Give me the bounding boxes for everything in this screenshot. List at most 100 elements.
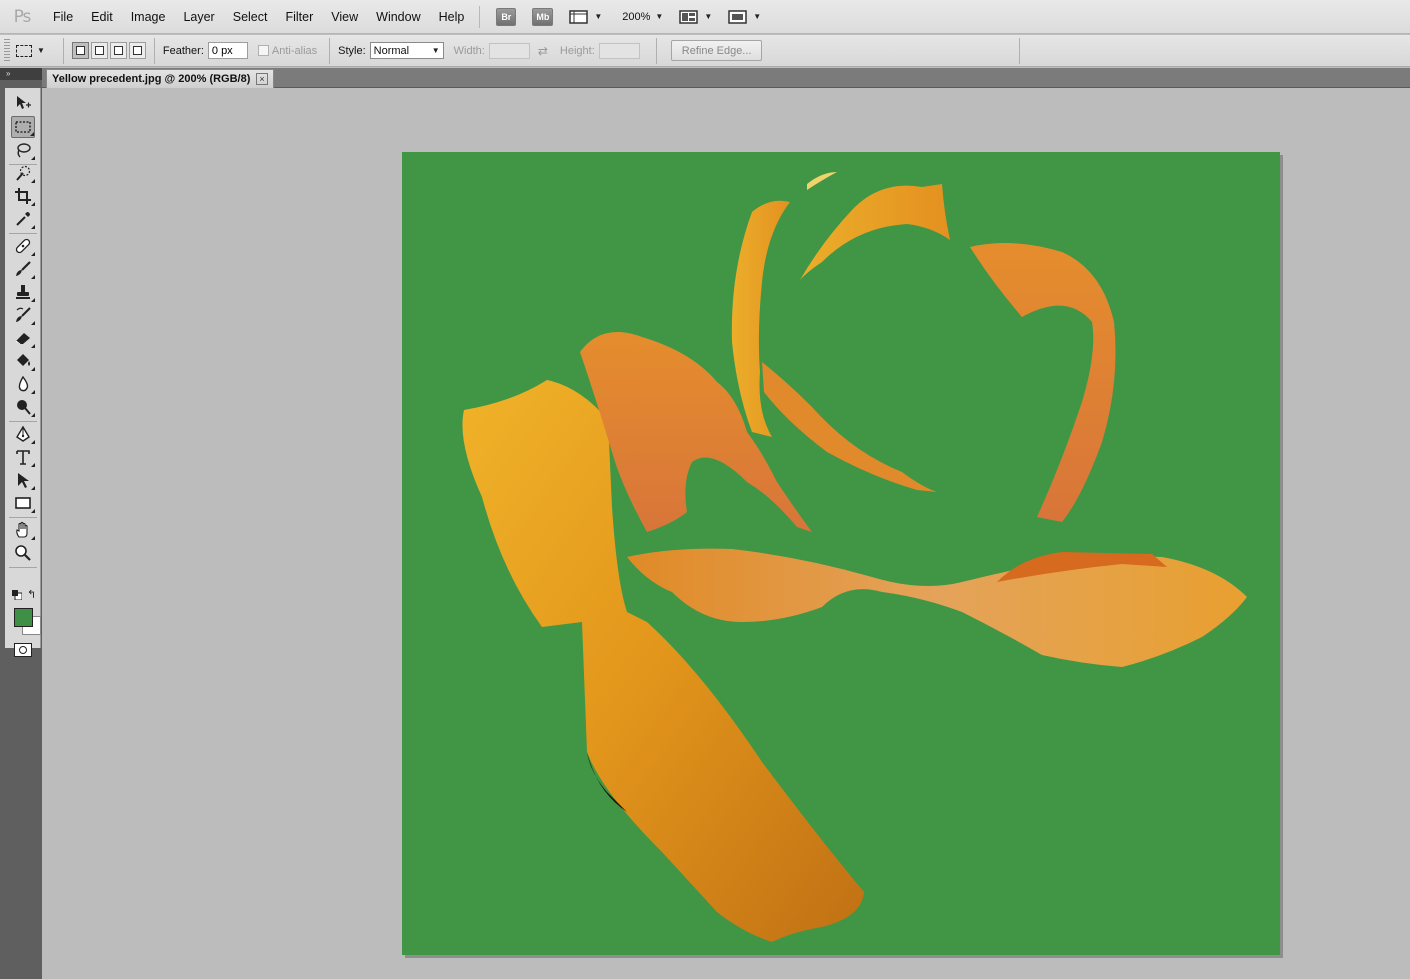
menu-edit[interactable]: Edit bbox=[82, 0, 122, 34]
intersect-selection-icon bbox=[132, 46, 142, 55]
eraser-icon bbox=[15, 333, 30, 345]
anti-alias-checkbox[interactable] bbox=[257, 45, 269, 56]
spot-healing-brush-tool[interactable] bbox=[11, 235, 35, 257]
chevron-down-icon: ▼ bbox=[37, 46, 45, 55]
chevron-down-icon: ▼ bbox=[704, 12, 713, 21]
menu-select[interactable]: Select bbox=[224, 0, 277, 34]
options-bar: ▼ Feather: Anti-alias Style: Normal ▼ Wi… bbox=[0, 35, 1410, 67]
menu-view[interactable]: View bbox=[322, 0, 367, 34]
menu-help[interactable]: Help bbox=[430, 0, 474, 34]
photoshop-logo: Ps bbox=[13, 6, 32, 27]
tool-flyout-indicator bbox=[31, 390, 35, 394]
zoom-level-dropdown[interactable]: 200% ▼ bbox=[622, 11, 663, 23]
pen-tool[interactable] bbox=[11, 423, 35, 445]
document-canvas[interactable] bbox=[402, 152, 1280, 955]
selection-mode-group bbox=[71, 42, 146, 59]
tool-flyout-indicator bbox=[31, 156, 35, 160]
quick-selection-tool[interactable] bbox=[11, 162, 35, 184]
width-input[interactable] bbox=[488, 42, 530, 59]
mini-bridge-button[interactable]: Mb bbox=[532, 7, 554, 26]
add-selection-icon bbox=[94, 46, 104, 55]
subtract-selection-icon bbox=[113, 46, 123, 55]
quick-selection-icon bbox=[16, 165, 31, 181]
style-value: Normal bbox=[373, 44, 410, 57]
menu-filter[interactable]: Filter bbox=[276, 0, 322, 34]
height-label: Height: bbox=[559, 44, 595, 57]
tool-flyout-indicator bbox=[31, 413, 35, 417]
eyedropper-icon bbox=[16, 212, 30, 226]
zoom-tool[interactable] bbox=[11, 542, 35, 564]
tool-flyout-indicator bbox=[31, 252, 35, 256]
foreground-color-swatch[interactable] bbox=[14, 608, 33, 627]
intersect-selection-button[interactable] bbox=[128, 42, 146, 59]
arrange-documents-dropdown[interactable]: ▼ bbox=[679, 9, 712, 25]
style-select[interactable]: Normal ▼ bbox=[369, 42, 444, 59]
history-brush-tool[interactable] bbox=[11, 304, 35, 326]
menu-image[interactable]: Image bbox=[122, 0, 175, 34]
options-bar-grip[interactable] bbox=[4, 38, 10, 63]
clone-stamp-tool[interactable] bbox=[11, 281, 35, 303]
new-selection-button[interactable] bbox=[71, 42, 89, 59]
tool-flyout-indicator bbox=[31, 202, 35, 206]
lasso-tool[interactable] bbox=[11, 139, 35, 161]
rectangle-shape-icon bbox=[15, 497, 31, 509]
blur-tool[interactable] bbox=[11, 373, 35, 395]
screen-mode-dropdown[interactable]: ▼ bbox=[728, 9, 761, 25]
paint-bucket-tool[interactable] bbox=[11, 350, 35, 372]
hand-tool[interactable] bbox=[11, 519, 35, 541]
type-tool[interactable] bbox=[11, 446, 35, 468]
history-brush-icon bbox=[16, 307, 31, 322]
bridge-button[interactable]: Br bbox=[496, 7, 517, 26]
menu-file[interactable]: File bbox=[44, 0, 82, 34]
menu-window[interactable]: Window bbox=[367, 0, 429, 34]
rectangle-tool[interactable] bbox=[11, 492, 35, 514]
chevron-down-icon: ▼ bbox=[594, 12, 603, 21]
chevron-down-icon: ▼ bbox=[753, 12, 762, 21]
swap-dimensions-icon[interactable]: ⇄ bbox=[538, 44, 548, 58]
petal-middle-strip bbox=[762, 362, 937, 492]
default-colors-icon[interactable] bbox=[12, 590, 22, 600]
close-tab-icon[interactable]: × bbox=[256, 73, 268, 85]
refine-edge-button[interactable]: Refine Edge... bbox=[670, 40, 763, 61]
pen-icon bbox=[16, 425, 30, 442]
options-separator bbox=[655, 37, 657, 64]
brush-tool[interactable] bbox=[11, 258, 35, 280]
subtract-from-selection-button[interactable] bbox=[109, 42, 127, 59]
chevron-down-icon: ▼ bbox=[431, 46, 440, 55]
blur-drop-icon bbox=[18, 375, 29, 392]
view-extras-dropdown[interactable]: ▼ bbox=[569, 9, 602, 25]
petal-thin-sliver bbox=[807, 172, 837, 190]
screen-mode-icon bbox=[728, 9, 747, 24]
height-input[interactable] bbox=[598, 42, 640, 59]
tool-flyout-indicator bbox=[31, 536, 35, 540]
tool-separator bbox=[9, 233, 37, 234]
tool-flyout-indicator bbox=[31, 344, 35, 348]
eyedropper-tool[interactable] bbox=[11, 208, 35, 230]
tools-column: ↰ bbox=[5, 88, 41, 657]
document-tab-title: Yellow precedent.jpg @ 200% (RGB/8) bbox=[52, 73, 251, 85]
document-tab[interactable]: Yellow precedent.jpg @ 200% (RGB/8) × bbox=[46, 69, 274, 88]
tool-preset-picker[interactable]: ▼ bbox=[16, 44, 45, 57]
crop-tool[interactable] bbox=[11, 185, 35, 207]
crop-icon bbox=[15, 188, 31, 204]
menu-separator bbox=[479, 5, 481, 28]
feather-input[interactable] bbox=[207, 42, 248, 59]
tool-separator bbox=[9, 421, 37, 422]
menu-layer[interactable]: Layer bbox=[174, 0, 223, 34]
petal-horizontal bbox=[627, 548, 1247, 667]
panel-collapse-icon[interactable]: » bbox=[0, 68, 42, 80]
move-tool[interactable] bbox=[11, 92, 35, 114]
petal-top bbox=[800, 184, 950, 280]
tool-separator bbox=[9, 567, 37, 568]
type-icon bbox=[16, 450, 30, 465]
canvas-workspace[interactable] bbox=[42, 89, 1410, 979]
rectangular-marquee-tool[interactable] bbox=[11, 116, 35, 138]
clone-stamp-icon bbox=[16, 285, 30, 299]
dodge-tool[interactable] bbox=[11, 396, 35, 418]
tool-flyout-indicator bbox=[31, 440, 35, 444]
quick-mask-button[interactable] bbox=[14, 643, 32, 657]
eraser-tool[interactable] bbox=[11, 327, 35, 349]
add-to-selection-button[interactable] bbox=[90, 42, 108, 59]
path-selection-tool[interactable] bbox=[11, 469, 35, 491]
swap-colors-icon[interactable]: ↰ bbox=[27, 588, 36, 601]
